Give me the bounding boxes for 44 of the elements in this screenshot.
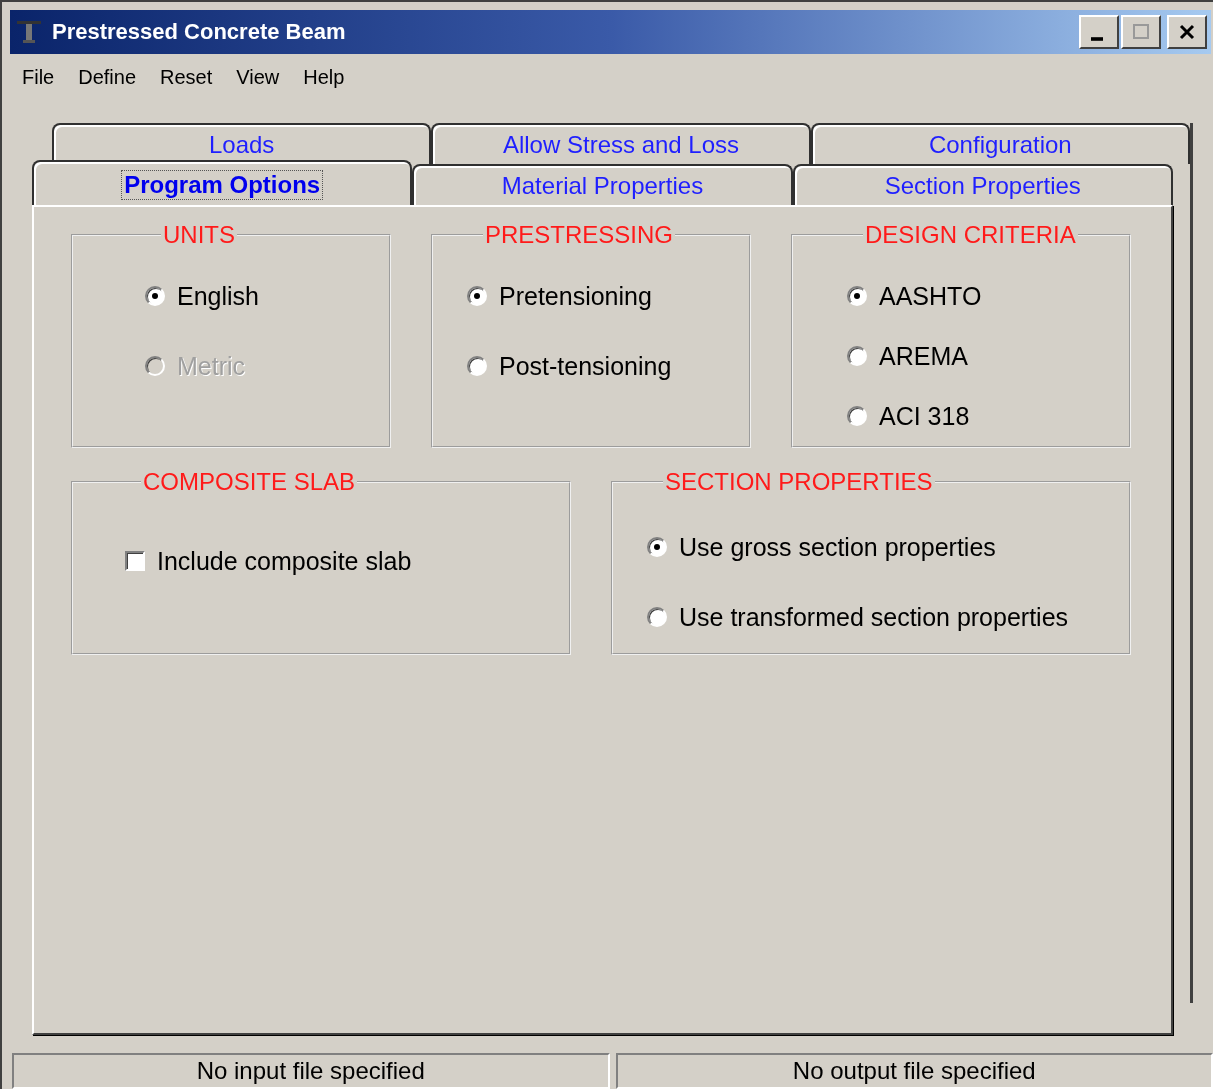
tab[interactable]: Material Properties xyxy=(412,164,793,205)
tab[interactable]: Loads xyxy=(52,123,432,164)
menu-item[interactable]: Help xyxy=(303,66,345,94)
radio-button[interactable] xyxy=(847,286,867,306)
maximize-button[interactable] xyxy=(1121,15,1161,49)
radio-button[interactable] xyxy=(847,406,867,426)
option-label: ACI 318 xyxy=(879,401,970,431)
radio-button[interactable] xyxy=(847,346,867,366)
radio-button[interactable] xyxy=(145,286,165,306)
checkbox[interactable] xyxy=(125,551,145,571)
beam-icon xyxy=(16,19,42,45)
menu-item[interactable]: Reset xyxy=(160,66,213,94)
minimize-icon xyxy=(1091,37,1103,41)
option-label: AREMA xyxy=(879,341,968,371)
maximize-icon xyxy=(1131,22,1151,42)
group-title: COMPOSITE SLAB xyxy=(142,468,357,496)
option-label: Pretensioning xyxy=(499,281,652,311)
tab[interactable]: Section Properties xyxy=(792,164,1173,205)
status-pane: No input file specified xyxy=(12,1053,610,1089)
option-label: Post-tensioning xyxy=(499,351,672,381)
radio-button[interactable] xyxy=(467,356,487,376)
menu-item[interactable]: View xyxy=(236,66,280,94)
group-title: SECTION PROPERTIES xyxy=(664,468,934,496)
minimize-button[interactable] xyxy=(1079,15,1119,49)
status-pane: No output file specified xyxy=(615,1053,1213,1089)
close-button[interactable] xyxy=(1167,15,1207,49)
tab[interactable]: Configuration xyxy=(810,123,1190,164)
radio-button[interactable] xyxy=(647,537,667,557)
radio-button[interactable] xyxy=(647,607,667,627)
option-label: AASHTO xyxy=(879,281,982,311)
menu-item[interactable]: Define xyxy=(78,66,137,94)
window-title: Prestressed Concrete Beam xyxy=(52,19,347,45)
option-label: Use transformed section properties xyxy=(679,602,1069,632)
group-title: DESIGN CRITERIA xyxy=(864,221,1077,249)
option-label: Use gross section properties xyxy=(679,532,996,562)
tab[interactable]: Program Options xyxy=(32,160,413,207)
group-title: PRESTRESSING xyxy=(484,221,675,249)
close-icon xyxy=(1177,22,1197,42)
option-label: Include composite slab xyxy=(157,546,412,576)
menu-item[interactable]: File xyxy=(22,66,55,94)
radio-button[interactable] xyxy=(467,286,487,306)
option-label: English xyxy=(177,281,259,311)
tab[interactable]: Allow Stress and Loss xyxy=(431,123,811,164)
group-title: UNITS xyxy=(162,221,236,249)
